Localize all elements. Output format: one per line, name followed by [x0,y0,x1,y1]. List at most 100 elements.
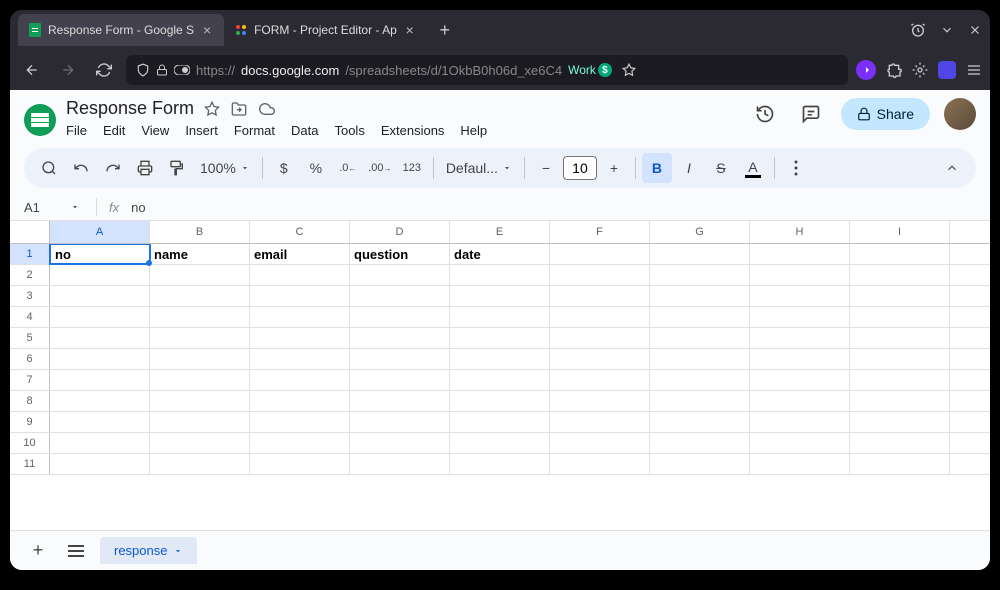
cell[interactable] [50,265,150,285]
paint-format-button[interactable] [162,153,192,183]
chevron-down-icon[interactable] [940,23,954,37]
currency-button[interactable]: $ [269,153,299,183]
cell[interactable] [850,328,950,348]
cell[interactable] [650,412,750,432]
cell[interactable] [850,412,950,432]
cell[interactable] [350,370,450,390]
browser-tab-2[interactable]: FORM - Project Editor - Ap × [224,14,427,46]
row-header[interactable]: 11 [10,454,50,474]
increase-font-size-button[interactable]: + [599,153,629,183]
browser-tab-1[interactable]: Response Form - Google S × [18,14,224,46]
cell[interactable] [450,391,550,411]
bold-button[interactable]: B [642,153,672,183]
back-button[interactable] [18,56,46,84]
cell[interactable] [150,328,250,348]
search-menus-button[interactable] [34,153,64,183]
cell[interactable] [650,286,750,306]
formula-bar[interactable]: no [131,200,976,215]
cell[interactable] [250,454,350,474]
cell[interactable] [650,328,750,348]
cell[interactable] [250,433,350,453]
cell[interactable] [450,265,550,285]
cell[interactable] [750,244,850,264]
cell[interactable] [550,349,650,369]
row-header[interactable]: 5 [10,328,50,348]
cloud-saved-icon[interactable] [258,101,276,117]
cell[interactable] [250,328,350,348]
redo-button[interactable] [98,153,128,183]
sheet-tab-response[interactable]: response [100,537,197,564]
cell[interactable] [750,391,850,411]
cell[interactable] [750,370,850,390]
row-header[interactable]: 10 [10,433,50,453]
cell[interactable] [350,433,450,453]
cell[interactable]: name [150,244,250,264]
cell[interactable] [750,286,850,306]
puzzle-icon[interactable] [886,62,902,78]
cell[interactable] [450,349,550,369]
cell[interactable] [50,328,150,348]
cell[interactable] [250,265,350,285]
cell[interactable] [650,370,750,390]
history-button[interactable] [749,98,781,130]
cell[interactable] [850,307,950,327]
cell[interactable] [150,433,250,453]
collapse-toolbar-button[interactable] [938,154,966,182]
decrease-decimal-button[interactable]: .0← [333,153,363,183]
cell[interactable] [350,265,450,285]
menu-data[interactable]: Data [291,123,318,138]
print-button[interactable] [130,153,160,183]
cell[interactable] [550,454,650,474]
cell[interactable] [850,370,950,390]
column-header-C[interactable]: C [250,221,350,243]
cell[interactable] [50,349,150,369]
cell[interactable] [250,412,350,432]
cell[interactable]: date [450,244,550,264]
more-toolbar-button[interactable] [781,153,811,183]
cell[interactable] [150,412,250,432]
cell[interactable] [650,454,750,474]
add-sheet-button[interactable]: + [24,537,52,565]
hamburger-menu-icon[interactable] [966,62,982,78]
sheets-logo[interactable] [24,104,56,136]
menu-tools[interactable]: Tools [334,123,364,138]
cell[interactable] [150,391,250,411]
cell[interactable] [750,454,850,474]
font-size-input[interactable] [563,156,597,180]
cell[interactable] [550,307,650,327]
gear-icon[interactable] [912,62,928,78]
cell[interactable] [550,286,650,306]
cell[interactable] [50,454,150,474]
cell[interactable] [350,328,450,348]
cell[interactable] [650,265,750,285]
cell[interactable] [750,433,850,453]
comments-button[interactable] [795,98,827,130]
cell[interactable] [850,391,950,411]
cell[interactable] [550,328,650,348]
cell[interactable] [50,433,150,453]
cell[interactable] [650,349,750,369]
column-header-H[interactable]: H [750,221,850,243]
forward-button[interactable] [54,56,82,84]
cell[interactable] [750,265,850,285]
column-header-A[interactable]: A [50,221,150,243]
row-header[interactable]: 9 [10,412,50,432]
column-header-F[interactable]: F [550,221,650,243]
cell[interactable] [850,454,950,474]
cell[interactable] [350,286,450,306]
text-color-button[interactable]: A [738,153,768,183]
cell[interactable] [450,286,550,306]
cell[interactable] [550,244,650,264]
cell[interactable] [850,286,950,306]
cell[interactable] [750,412,850,432]
close-tab-icon[interactable]: × [200,23,214,37]
cell[interactable] [450,328,550,348]
column-header-G[interactable]: G [650,221,750,243]
row-header[interactable]: 2 [10,265,50,285]
extension-badge-icon[interactable] [938,61,956,79]
row-header[interactable]: 4 [10,307,50,327]
cell[interactable] [250,370,350,390]
all-sheets-button[interactable] [62,537,90,565]
menu-insert[interactable]: Insert [185,123,218,138]
cell[interactable] [650,391,750,411]
